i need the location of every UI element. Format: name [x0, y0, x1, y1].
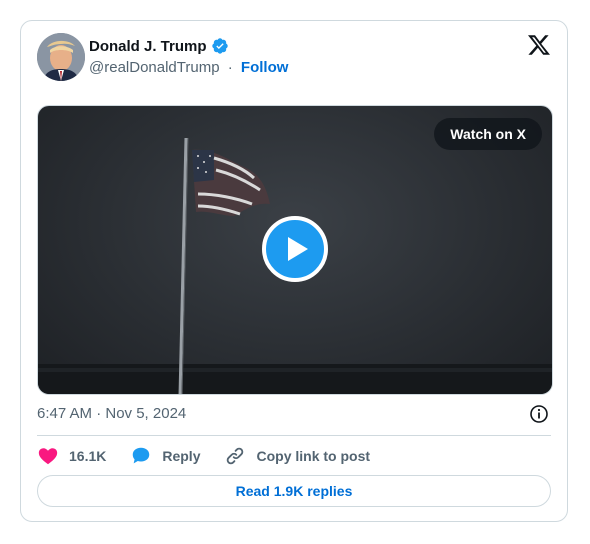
copy-link-label: Copy link to post [256, 448, 371, 464]
watch-on-x-button[interactable]: Watch on X [434, 118, 542, 150]
read-replies-button[interactable]: Read 1.9K replies [37, 475, 551, 507]
avatar[interactable] [37, 33, 85, 81]
like-count: 16.1K [69, 448, 107, 464]
tweet-embed-card: Donald J. Trump @realDonaldTrump · Follo… [20, 20, 568, 522]
reply-label: Reply [162, 448, 201, 464]
video-player[interactable]: Watch on X [37, 105, 553, 395]
copy-link-button[interactable]: Copy link to post [224, 445, 370, 467]
play-icon [288, 237, 308, 261]
divider [37, 435, 551, 436]
heart-icon [38, 448, 58, 465]
verified-badge-icon [211, 37, 229, 55]
like-button[interactable]: 16.1K [37, 445, 106, 467]
post-timestamp[interactable]: 6:47 AM · Nov 5, 2024 [37, 405, 186, 422]
x-logo-icon[interactable] [527, 33, 551, 57]
action-bar: 16.1K Reply Copy link to post [37, 445, 394, 467]
avatar-image [37, 33, 85, 81]
play-button[interactable] [262, 216, 328, 282]
author-name[interactable]: Donald J. Trump [89, 38, 207, 55]
handle-separator: · [227, 59, 233, 76]
link-icon [227, 447, 244, 465]
follow-link[interactable]: Follow [241, 59, 289, 76]
author-handle-row: @realDonaldTrump · Follow [89, 59, 288, 76]
reply-button[interactable]: Reply [130, 445, 200, 467]
info-icon[interactable] [529, 404, 549, 424]
speech-bubble-icon [133, 447, 150, 464]
author-name-row: Donald J. Trump [89, 37, 229, 55]
author-handle[interactable]: @realDonaldTrump [89, 59, 220, 76]
